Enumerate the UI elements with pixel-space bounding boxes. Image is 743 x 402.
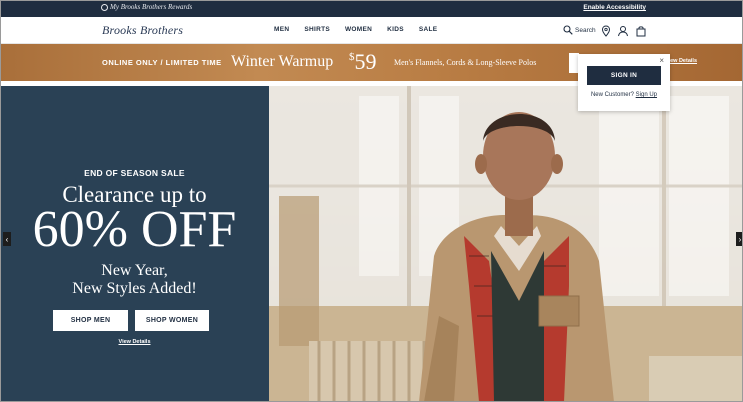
nav-item-men[interactable]: MEN (274, 26, 289, 33)
enable-accessibility-link[interactable]: Enable Accessibility (583, 4, 646, 11)
nav-item-shirts[interactable]: SHIRTS (304, 26, 330, 33)
new-customer-label: New Customer? (590, 92, 634, 98)
price-value: 59 (354, 49, 377, 74)
carousel-prev-button[interactable]: ‹ (3, 232, 11, 246)
nav-item-sale[interactable]: SALE (419, 26, 438, 33)
nav-item-women[interactable]: WOMEN (345, 26, 372, 33)
promo-limited-label: ONLINE ONLY / LIMITED TIME (102, 58, 222, 67)
brand-logo[interactable]: Brooks Brothers (102, 23, 183, 38)
promo-title: Winter Warmup (231, 53, 334, 70)
shop-women-button[interactable]: SHOP WOMEN (135, 310, 209, 331)
hero-view-details-link[interactable]: View Details (0, 339, 269, 345)
nav-item-kids[interactable]: KIDS (387, 26, 404, 33)
store-locator-icon[interactable] (600, 25, 612, 37)
hero-eyebrow: END OF SEASON SALE (84, 168, 185, 178)
search-label: Search (575, 26, 596, 34)
shop-men-button[interactable]: SHOP MEN (53, 310, 128, 331)
hero-subheadline: New Year, New Styles Added! (0, 262, 269, 298)
hero-sub-line-1: New Year, (101, 262, 168, 279)
promo-description: Men's Flannels, Cords & Long-Sleeve Polo… (394, 58, 537, 67)
rewards-link[interactable]: My Brooks Brothers Rewards (101, 3, 192, 11)
search-button[interactable]: Search (563, 25, 596, 35)
hero-photo-illustration (269, 86, 743, 402)
hero-discount: 60% OFF (32, 201, 237, 258)
site-header: Brooks Brothers MEN SHIRTS WOMEN KIDS SA… (0, 17, 743, 44)
carousel-next-button[interactable]: › (736, 232, 743, 246)
account-popover: × SIGN IN New Customer? Sign Up (578, 54, 670, 111)
new-customer-text: New Customer? Sign Up (578, 92, 670, 98)
hero-sub-line-2: New Styles Added! (72, 280, 197, 297)
rewards-label: My Brooks Brothers Rewards (110, 3, 193, 11)
search-icon (563, 25, 573, 35)
hero-image (269, 86, 743, 402)
rewards-logo-icon (101, 3, 108, 11)
sign-in-button[interactable]: SIGN IN (587, 66, 661, 85)
top-utility-bar: My Brooks Brothers Rewards Enable Access… (0, 0, 743, 17)
hero-buttons: SHOP MEN SHOP WOMEN (53, 310, 209, 331)
hero-panel: END OF SEASON SALE Clearance up to 60% O… (0, 86, 269, 402)
main-nav: MEN SHIRTS WOMEN KIDS SALE (274, 26, 437, 33)
sign-up-link[interactable]: Sign Up (636, 92, 657, 98)
account-icon[interactable] (617, 25, 629, 37)
promo-price: $59 (349, 49, 377, 75)
shopping-bag-icon[interactable] (635, 25, 647, 37)
close-icon[interactable]: × (659, 56, 664, 65)
